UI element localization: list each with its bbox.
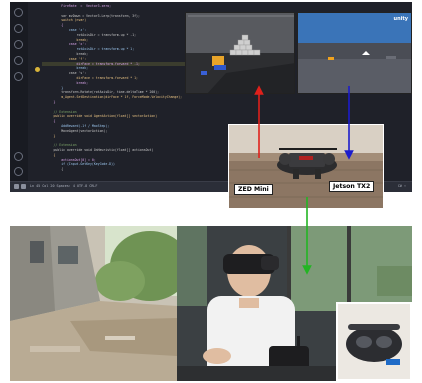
vr-headset-graphic — [338, 304, 410, 379]
fpv-camera-photo — [10, 226, 177, 381]
breakpoint-icon[interactable] — [35, 67, 40, 72]
code-line[interactable]: { — [42, 167, 202, 172]
status-position-text[interactable]: Ln 45 Col 20 Spaces: 4 UTF-8 CRLF — [30, 184, 97, 188]
drone-graphic — [229, 125, 383, 208]
sim-scene-graphic — [186, 13, 294, 93]
sim-corridor-graphic — [298, 13, 411, 93]
jetson-tx2-label: Jetson TX2 — [329, 181, 375, 192]
source-control-icon[interactable] — [14, 40, 23, 49]
editor-activity-bar — [10, 2, 28, 182]
unity-game-view-left — [185, 12, 295, 94]
code-text[interactable]: FireRate = Vector3.zero; var mvDown = Ve… — [42, 4, 202, 172]
figure-canvas: FireRate = Vector3.zero; var mvDown = Ve… — [0, 0, 422, 383]
debug-icon[interactable] — [14, 56, 23, 65]
account-icon[interactable] — [14, 152, 23, 161]
remote-icon[interactable] — [14, 184, 19, 189]
headset-inset-photo — [336, 302, 412, 381]
search-icon[interactable] — [14, 24, 23, 33]
status-language-text[interactable]: C# ⚡ — [398, 184, 406, 188]
extensions-icon[interactable] — [14, 72, 23, 81]
code-line[interactable]: m_Agent.SetDestination(dirFace * 1f, For… — [42, 95, 202, 100]
zed-mini-label: ZED Mini — [234, 184, 273, 195]
drone-photo: ZED Mini Jetson TX2 — [228, 124, 384, 209]
construction-site-graphic — [10, 226, 177, 381]
unity-logo: unity — [393, 16, 408, 22]
error-icon[interactable] — [21, 184, 26, 189]
unity-game-view-right: unity — [297, 12, 412, 94]
explorer-icon[interactable] — [14, 8, 23, 17]
gear-icon[interactable] — [14, 167, 23, 176]
